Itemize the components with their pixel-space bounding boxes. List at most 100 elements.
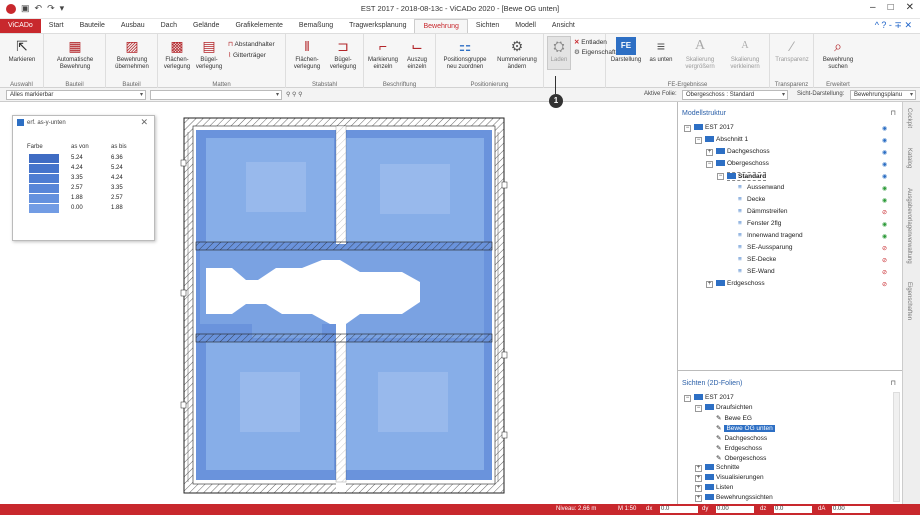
tab-ausbau[interactable]: Ausbau	[113, 19, 153, 33]
modellstruktur-pin-icon[interactable]: ⊓	[891, 109, 896, 117]
transparenz-button[interactable]: ⁄ Transparenz	[773, 37, 811, 64]
model-tree-item[interactable]: ≡ Innenwand tragend	[738, 232, 803, 239]
model-tree-item[interactable]: Erdgeschoss	[716, 280, 765, 287]
markierung-einzeln-button[interactable]: ⌐ Markierung einzeln	[367, 37, 399, 71]
tree-expander[interactable]: −	[684, 125, 691, 132]
skalierung-vergroessern-button[interactable]: A Skalierung vergrößern	[678, 37, 722, 71]
side-tab-eigenschaften[interactable]: Eigenschaften	[906, 282, 912, 320]
tab-bemassung[interactable]: Bemaßung	[291, 19, 341, 33]
markieren-button[interactable]: ⇱ Markieren	[3, 37, 41, 64]
scale-text[interactable]: M 1:50	[618, 506, 636, 512]
positionsgruppe-button[interactable]: ⚏ Positionsgruppe neu zuordnen	[439, 37, 491, 71]
visibility-eye-icon[interactable]: ⊘	[882, 257, 887, 264]
visibility-eye-icon[interactable]: ⊘	[882, 281, 887, 288]
tree-expander[interactable]: −	[695, 405, 702, 412]
legend-close-icon[interactable]: ✕	[140, 117, 148, 128]
darstellung-button[interactable]: FE Darstellung	[609, 37, 643, 64]
maximize-icon[interactable]: □	[888, 2, 894, 13]
visibility-eye-icon[interactable]: ⊘	[882, 209, 887, 216]
model-tree-item[interactable]: EST 2017	[694, 124, 734, 131]
tree-expander[interactable]: +	[706, 149, 713, 156]
visibility-eye-icon[interactable]: ◉	[882, 161, 887, 168]
view-tree-item[interactable]: ✎ Bewe EG	[716, 414, 752, 422]
view-tree-item[interactable]: ✎ Dachgeschoss	[716, 434, 767, 442]
dy-input[interactable]: 0.00	[716, 506, 754, 513]
da-input[interactable]: 0.00	[832, 506, 870, 513]
visibility-eye-icon[interactable]: ◉	[882, 197, 887, 204]
visibility-eye-icon[interactable]: ◉	[882, 233, 887, 240]
visibility-eye-icon[interactable]: ◉	[882, 137, 887, 144]
tree-expander[interactable]: +	[695, 495, 702, 502]
skalierung-verkleinern-button[interactable]: A Skalierung verkleinern	[723, 37, 767, 71]
tab-gelaende[interactable]: Gelände	[185, 19, 227, 33]
tab-bewehrung[interactable]: Bewehrung	[414, 19, 468, 33]
tab-grafikelemente[interactable]: Grafikelemente	[227, 19, 290, 33]
dz-input[interactable]: 0.0	[774, 506, 812, 513]
tab-ansicht[interactable]: Ansicht	[544, 19, 583, 33]
minimize-icon[interactable]: –	[870, 2, 876, 13]
abstandhalter-button[interactable]: ⊓ Abstandhalter	[228, 40, 275, 48]
dx-input[interactable]: 0.0	[660, 506, 698, 513]
model-tree-item[interactable]: Standard	[727, 172, 767, 181]
tree-expander[interactable]: −	[695, 137, 702, 144]
automatische-bewehrung-button[interactable]: ▦ Automatische Bewehrung	[48, 37, 102, 71]
matten-flaechenverlegung-button[interactable]: ▩ Flächen- verlegung	[162, 37, 192, 71]
visibility-eye-icon[interactable]: ◉	[882, 221, 887, 228]
model-tree-item[interactable]: Abschnitt 1	[705, 136, 748, 143]
nummerierung-button[interactable]: ⚙ Nummerierung ändern	[492, 37, 542, 71]
view-tree-item[interactable]: Bewehrungssichten	[705, 494, 773, 501]
side-tab-ausgabevorlagen[interactable]: Ausgabevorlagenverwaltung	[906, 188, 912, 264]
tab-sichten[interactable]: Sichten	[468, 19, 507, 33]
legend-window[interactable]: erf. as-y-unten ✕ Farbe as von as bis 5.…	[12, 115, 155, 241]
tab-modell[interactable]: Modell	[507, 19, 544, 33]
view-tree-item[interactable]: Draufsichten	[705, 404, 753, 411]
view-tree-item[interactable]: ✎ Bewe OG unten	[716, 424, 775, 432]
auszug-einzeln-button[interactable]: ⌙ Auszug einzeln	[401, 37, 433, 71]
aktive-folie-dropdown[interactable]: Obergeschoss : Standard	[682, 90, 788, 100]
help-controls[interactable]: ^ ? - ∓ ✕	[875, 20, 912, 31]
visibility-eye-icon[interactable]: ◉	[882, 149, 887, 156]
view-tree-item[interactable]: Schnitte	[705, 464, 740, 471]
visibility-eye-icon[interactable]: ⊘	[882, 269, 887, 276]
tab-dach[interactable]: Dach	[153, 19, 185, 33]
visibility-eye-icon[interactable]: ◉	[882, 125, 887, 132]
tree-expander[interactable]: +	[695, 475, 702, 482]
bewehrung-uebernehmen-button[interactable]: ▨ Bewehrung übernehmen	[109, 37, 155, 71]
gittertraeger-button[interactable]: ⌇ Gitterträger	[228, 51, 266, 59]
model-tree-item[interactable]: ≡ SE-Wand	[738, 268, 775, 275]
tab-bauteile[interactable]: Bauteile	[72, 19, 113, 33]
tab-tragwerksplanung[interactable]: Tragwerksplanung	[341, 19, 414, 33]
view-tree-item[interactable]: Listen	[705, 484, 733, 491]
stabstahl-buegelverlegung-button[interactable]: ⊐ Bügel- verlegung	[326, 37, 360, 71]
tab-start[interactable]: Start	[41, 19, 72, 33]
view-tree-item[interactable]: ✎ Obergeschoss	[716, 454, 766, 462]
bewehrung-suchen-button[interactable]: ⌕ Bewehrung suchen	[817, 37, 859, 71]
laden-button[interactable]: ⛭ Laden	[547, 36, 571, 70]
selection-filter-dropdown[interactable]: Alles markierbar	[6, 90, 146, 100]
secondary-filter-dropdown[interactable]	[150, 90, 282, 100]
tab-vicado[interactable]: ViCADo	[0, 19, 41, 33]
model-tree-item[interactable]: ≡ SE-Aussparung	[738, 244, 793, 251]
side-tab-cockpit[interactable]: Cockpit	[906, 108, 912, 128]
tree-expander[interactable]: +	[706, 281, 713, 288]
model-tree-item[interactable]: ≡ SE-Decke	[738, 256, 776, 263]
side-tab-katalog[interactable]: Katalog	[906, 148, 912, 168]
as-unten-button[interactable]: ≡ as unten	[646, 37, 676, 64]
view-tool-icons[interactable]: ⚲ ⚲ ⚲	[286, 91, 303, 98]
model-tree-item[interactable]: ≡ Decke	[738, 196, 765, 203]
model-tree-item[interactable]: ≡ Dämmstreifen	[738, 208, 787, 215]
view-tree-item[interactable]: ✎ Erdgeschoss	[716, 444, 762, 452]
sichten-pin-icon[interactable]: ⊓	[891, 379, 896, 387]
entladen-button[interactable]: ✕ Entladen	[574, 38, 607, 46]
view-tree-item[interactable]: EST 2017	[694, 394, 734, 401]
matten-buegelverlegung-button[interactable]: ▤ Bügel- verlegung	[194, 37, 224, 71]
visibility-eye-icon[interactable]: ⊘	[882, 245, 887, 252]
tree-expander[interactable]: +	[695, 485, 702, 492]
model-tree-item[interactable]: Obergeschoss	[716, 160, 769, 167]
view-tree-item[interactable]: Visualisierungen	[705, 474, 764, 481]
tree-expander[interactable]: +	[695, 465, 702, 472]
visibility-eye-icon[interactable]: ◉	[882, 173, 887, 180]
sicht-darstellung-dropdown[interactable]: Bewehrungsplanu	[850, 90, 916, 100]
visibility-eye-icon[interactable]: ◉	[882, 185, 887, 192]
tree-expander[interactable]: −	[706, 161, 713, 168]
